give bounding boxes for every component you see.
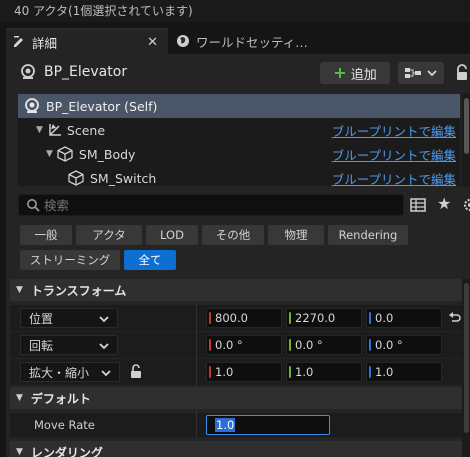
component-tree: BP_Elevator (Self) ▼ Scene ブループリントで編集 ▼ … bbox=[18, 94, 460, 187]
collapse-triangle-icon: ▼ bbox=[16, 285, 23, 295]
unlock-icon[interactable] bbox=[130, 364, 142, 380]
filter-rendering[interactable]: Rendering bbox=[328, 225, 408, 245]
edit-in-blueprint-link[interactable]: ブループリントで編集 bbox=[332, 169, 456, 188]
tab-details-label: 詳細 bbox=[32, 35, 58, 51]
filter-general[interactable]: 一般 bbox=[20, 225, 72, 245]
chevron-down-icon bbox=[101, 370, 111, 377]
status-text: 40 アクタ(1個選択されています) bbox=[14, 4, 193, 18]
scale-z-field[interactable]: 1.0 bbox=[366, 362, 442, 382]
add-button-label: 追加 bbox=[350, 67, 377, 83]
plus-icon: + bbox=[333, 63, 347, 82]
tab-world-settings[interactable]: ワールドセッティ… bbox=[172, 28, 470, 54]
details-icon bbox=[14, 36, 23, 47]
star-icon[interactable]: ★ bbox=[437, 194, 451, 213]
rotation-label: 回転 bbox=[29, 338, 54, 353]
scrollbar-thumb[interactable] bbox=[464, 283, 469, 433]
collapse-triangle-icon: ▼ bbox=[16, 447, 23, 457]
scale-label: 拡大・縮小 bbox=[29, 365, 90, 380]
location-mode-combo[interactable]: 位置 bbox=[20, 308, 118, 328]
expand-triangle-icon[interactable]: ▼ bbox=[36, 125, 43, 135]
tree-item-sm-body[interactable]: ▼ SM_Body ブループリントで編集 bbox=[18, 142, 460, 166]
tab-bar: 詳細 ✕ ワールドセッティ… bbox=[0, 28, 470, 54]
tree-item-label: SM_Body bbox=[78, 146, 136, 162]
tree-item-label: SM_Switch bbox=[90, 170, 157, 186]
close-icon[interactable]: ✕ bbox=[147, 35, 158, 50]
filter-physics[interactable]: 物理 bbox=[268, 225, 324, 245]
static-mesh-icon bbox=[68, 170, 84, 186]
scrollbar-thumb[interactable] bbox=[464, 98, 469, 154]
rotation-mode-combo[interactable]: 回転 bbox=[20, 335, 118, 355]
chevron-down-icon bbox=[427, 70, 437, 77]
lock-icon[interactable] bbox=[454, 64, 470, 82]
tree-item-sm-switch[interactable]: SM_Switch ブループリントで編集 bbox=[18, 166, 460, 190]
move-rate-label: Move Rate bbox=[34, 418, 95, 432]
add-component-button[interactable]: + 追加 bbox=[320, 62, 390, 84]
tree-item-label: BP_Elevator (Self) bbox=[46, 98, 158, 114]
chevron-down-icon bbox=[99, 316, 109, 323]
section-title: デフォルト bbox=[30, 391, 91, 406]
globe-icon bbox=[177, 35, 189, 47]
actor-name: BP_Elevator bbox=[44, 64, 128, 80]
blueprint-options-button[interactable] bbox=[398, 62, 444, 84]
section-rendering[interactable]: ▼ レンダリング bbox=[10, 441, 470, 457]
scale-x-field[interactable]: 1.0 bbox=[206, 362, 282, 382]
move-rate-field[interactable]: 1.0 bbox=[206, 415, 330, 435]
property-matrix-icon[interactable] bbox=[410, 197, 426, 213]
tree-item-label: Scene bbox=[66, 122, 106, 138]
expand-triangle-icon[interactable]: ▼ bbox=[46, 149, 53, 159]
move-rate-value: 1.0 bbox=[215, 418, 236, 432]
section-default[interactable]: ▼ デフォルト bbox=[10, 387, 470, 409]
chevron-down-icon bbox=[99, 343, 109, 350]
gear-icon[interactable] bbox=[461, 197, 470, 213]
rotation-y-field[interactable]: 0.0 ° bbox=[286, 335, 362, 355]
filter-lod[interactable]: LOD bbox=[146, 225, 198, 245]
scale-mode-combo[interactable]: 拡大・縮小 bbox=[20, 362, 120, 382]
filter-streaming[interactable]: ストリーミング bbox=[20, 250, 120, 270]
actor-icon bbox=[25, 98, 39, 113]
edit-in-blueprint-link[interactable]: ブループリントで編集 bbox=[332, 145, 456, 164]
section-transform[interactable]: ▼ トランスフォーム bbox=[10, 279, 470, 301]
static-mesh-icon bbox=[57, 146, 73, 162]
location-z-field[interactable]: 0.0 bbox=[366, 308, 442, 328]
tab-world-settings-label: ワールドセッティ… bbox=[196, 34, 308, 50]
location-x-field[interactable]: 800.0 bbox=[206, 308, 282, 328]
section-title: トランスフォーム bbox=[30, 283, 127, 298]
location-y-field[interactable]: 2270.0 bbox=[286, 308, 362, 328]
section-title: レンダリング bbox=[30, 445, 103, 457]
scene-component-icon bbox=[49, 124, 61, 136]
reset-arrow-icon[interactable] bbox=[448, 312, 462, 324]
tree-item-scene[interactable]: ▼ Scene ブループリントで編集 bbox=[18, 118, 460, 142]
collapse-triangle-icon: ▼ bbox=[16, 393, 23, 403]
search-input[interactable] bbox=[44, 195, 394, 215]
location-label: 位置 bbox=[29, 311, 54, 326]
tree-scrollbar[interactable] bbox=[462, 94, 470, 186]
search-icon bbox=[27, 199, 40, 212]
actor-icon bbox=[21, 64, 35, 79]
filter-misc[interactable]: その他 bbox=[202, 225, 264, 245]
tab-details[interactable]: 詳細 ✕ bbox=[6, 28, 168, 54]
details-scrollbar[interactable] bbox=[462, 279, 470, 457]
column-divider[interactable] bbox=[196, 305, 197, 437]
scale-y-field[interactable]: 1.0 bbox=[286, 362, 362, 382]
edit-in-blueprint-link[interactable]: ブループリントで編集 bbox=[332, 121, 456, 140]
rotation-z-field[interactable]: 0.0 ° bbox=[366, 335, 442, 355]
filter-all[interactable]: 全て bbox=[124, 250, 176, 270]
tree-item-self[interactable]: BP_Elevator (Self) bbox=[18, 94, 460, 118]
filter-actor[interactable]: アクタ bbox=[76, 225, 142, 245]
blueprint-icon bbox=[405, 68, 421, 78]
rotation-x-field[interactable]: 0.0 ° bbox=[206, 335, 282, 355]
status-bar: 40 アクタ(1個選択されています) bbox=[0, 0, 470, 22]
